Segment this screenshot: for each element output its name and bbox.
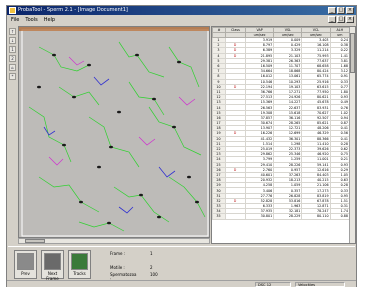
scrollbar-thumb[interactable]	[25, 239, 45, 243]
menu-tools[interactable]: Tools	[25, 16, 37, 24]
image-horizontal-scrollbar[interactable]	[18, 238, 210, 244]
tool-strip: ↑ ↓ 1 2 ⌂ *	[8, 26, 17, 238]
maximize-button[interactable]: □	[337, 7, 345, 14]
motile-label: Motile :	[110, 265, 125, 270]
prev-frame-label: Prev	[21, 271, 30, 276]
doc-close-button[interactable]: ×	[346, 16, 354, 23]
frame-label: Frame :	[110, 251, 126, 256]
microscope-image-view[interactable]	[18, 26, 210, 238]
row-class	[224, 213, 247, 220]
table-body: 1 3.919 0.009 3.403 0.24 2 D 8.797 0.429 16.108 0.…	[212, 36, 351, 220]
status-bar: DSC 12 Velocities	[7, 280, 356, 287]
menu-bar: File Tools Help	[7, 16, 356, 24]
spermatozoa-label: Spermatozoa :	[110, 272, 137, 282]
motile-value: 2	[150, 265, 153, 270]
menu-help[interactable]: Help	[44, 16, 55, 24]
next-frame-icon	[44, 253, 61, 270]
row-alh: 0.88	[329, 213, 351, 220]
title-bar: ProbaTool - Sperm 2.1 - [Image Document1…	[7, 6, 356, 15]
table-row[interactable]: 35 30.801 28.229 80.110 0.88	[212, 213, 351, 220]
up-arrow-icon[interactable]: ↑	[9, 28, 16, 35]
doc-minimize-button[interactable]: _	[328, 16, 336, 23]
scrollbar-thumb[interactable]	[350, 33, 355, 73]
frame-value: 1	[150, 251, 153, 256]
tool-two-icon[interactable]: 2	[9, 55, 16, 62]
velocity-table-pane: # Class VAP VSL VCL ALH um/sec um/sec um…	[211, 26, 356, 244]
minimize-button[interactable]: _	[328, 7, 336, 14]
tracks-icon	[71, 253, 88, 270]
app-icon	[9, 7, 16, 14]
status-cell-1: DSC 12	[255, 282, 291, 287]
menu-file[interactable]: File	[11, 16, 19, 24]
frame-info: Frame : 1 Motile : 2 Spermatozoa : 100	[110, 251, 158, 282]
window-title: ProbaTool - Sperm 2.1 - [Image Document1…	[18, 7, 128, 13]
row-vsl: 28.229	[273, 213, 303, 220]
spermatozoa-value: 100	[150, 272, 158, 277]
document-buttons: _ □ ×	[328, 16, 354, 23]
home-icon[interactable]: ⌂	[9, 64, 16, 71]
app-window: ProbaTool - Sperm 2.1 - [Image Document1…	[6, 5, 357, 287]
bottom-panel: Prev Next Frame Tracks Frame : 1 Motile :…	[8, 246, 355, 282]
close-button[interactable]: ×	[346, 7, 354, 14]
velocity-table: # Class VAP VSL VCL ALH um/sec um/sec um…	[212, 27, 351, 220]
table-vertical-scrollbar[interactable]	[349, 27, 355, 243]
tracks-button[interactable]: Tracks	[68, 250, 91, 279]
row-vap: 30.801	[245, 213, 275, 220]
title-buttons: _ □ ×	[328, 7, 354, 14]
status-cell-2: Velocities	[295, 282, 345, 287]
sperm-tracks-image	[19, 27, 209, 237]
row-index: 35	[212, 213, 226, 220]
prev-frame-icon	[17, 253, 34, 270]
next-frame-button[interactable]: Next Frame	[41, 250, 64, 281]
tool-one-icon[interactable]: 1	[9, 46, 16, 53]
down-arrow-icon[interactable]: ↓	[9, 37, 16, 44]
tracks-label: Tracks	[73, 271, 86, 276]
prev-frame-button[interactable]: Prev	[14, 250, 37, 279]
row-vcl: 80.110	[301, 213, 331, 220]
doc-restore-button[interactable]: □	[337, 16, 345, 23]
star-icon[interactable]: *	[9, 73, 16, 80]
